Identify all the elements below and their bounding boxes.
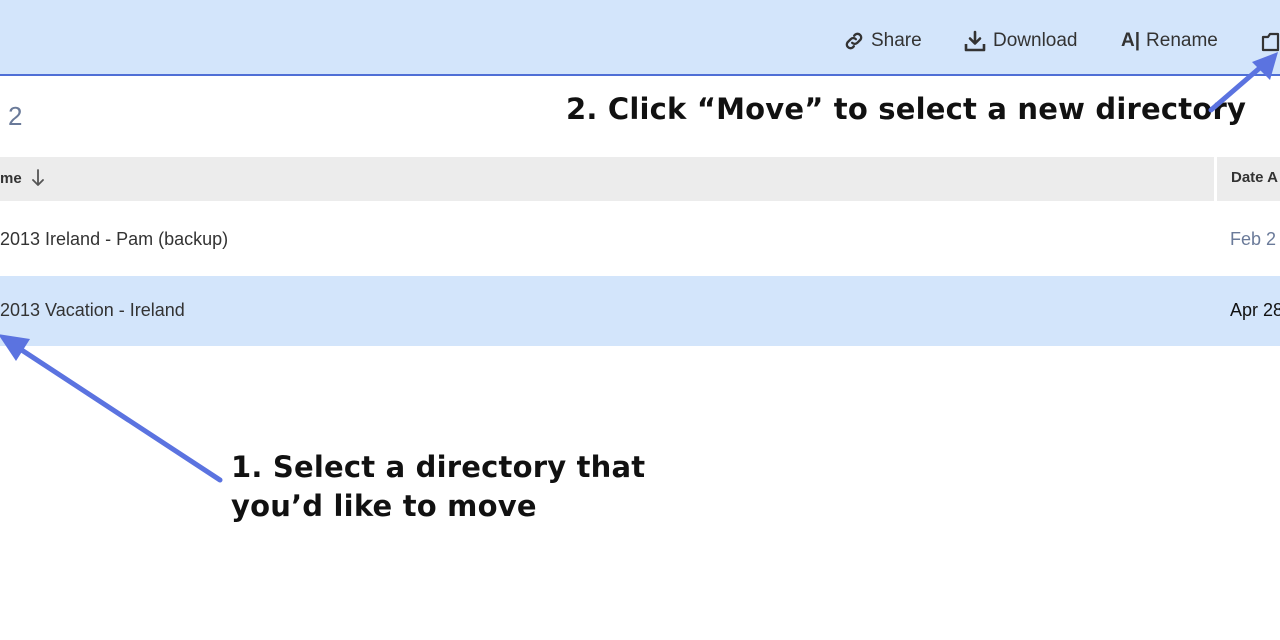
arrow-to-row: [0, 334, 223, 483]
arrow-to-move: [1208, 52, 1278, 113]
annotation-arrows: [0, 52, 1278, 483]
